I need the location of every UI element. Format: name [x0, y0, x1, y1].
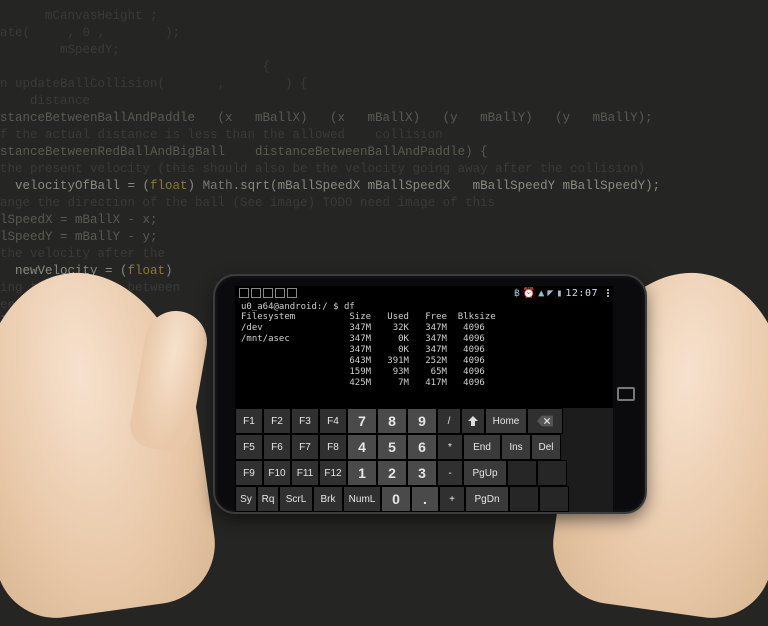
key-pgup[interactable]: PgUp [463, 460, 507, 486]
key-f2[interactable]: F2 [263, 408, 291, 434]
key-del[interactable]: Del [531, 434, 561, 460]
key-f6[interactable]: F6 [263, 434, 291, 460]
key-shift-icon[interactable] [461, 408, 485, 434]
key-3[interactable]: 3 [407, 460, 437, 486]
android-status-bar: ฿ ⏰ ▲ ◤ ▮ 12:07 [235, 286, 613, 300]
key-scrl[interactable]: ScrL [279, 486, 313, 512]
key-4[interactable]: 4 [347, 434, 377, 460]
key-f4[interactable]: F4 [319, 408, 347, 434]
key-ins[interactable]: Ins [501, 434, 531, 460]
key-numl[interactable]: NumL [343, 486, 381, 512]
key-blank [539, 486, 569, 512]
key-0[interactable]: 0 [381, 486, 411, 512]
key-f9[interactable]: F9 [235, 460, 263, 486]
key-sy[interactable]: Sy [235, 486, 257, 512]
key-end[interactable]: End [463, 434, 501, 460]
key-home[interactable]: Home [485, 408, 527, 434]
key-5[interactable]: 5 [377, 434, 407, 460]
bluetooth-icon: ฿ [514, 288, 520, 299]
key-blank [537, 460, 567, 486]
key-7[interactable]: 7 [347, 408, 377, 434]
key-[interactable]: . [411, 486, 439, 512]
key-[interactable]: * [437, 434, 463, 460]
key-f12[interactable]: F12 [319, 460, 347, 486]
soft-keyboard: F1F2F3F4789/HomeF5F6F7F8456*EndInsDelF9F… [235, 408, 613, 512]
key-pgdn[interactable]: PgDn [465, 486, 509, 512]
key-[interactable]: + [439, 486, 465, 512]
key-f10[interactable]: F10 [263, 460, 291, 486]
key-[interactable]: - [437, 460, 463, 486]
wifi-icon: ▲ [538, 288, 544, 299]
battery-icon: ▮ [556, 288, 562, 299]
phone-screen: ฿ ⏰ ▲ ◤ ▮ 12:07 u0_a64@android:/ $ df Fi… [235, 286, 613, 512]
overflow-menu-icon[interactable] [607, 289, 609, 297]
key-f7[interactable]: F7 [291, 434, 319, 460]
key-f3[interactable]: F3 [291, 408, 319, 434]
key-brk[interactable]: Brk [313, 486, 343, 512]
key-blank [507, 460, 537, 486]
signal-icon: ◤ [547, 288, 553, 299]
key-/[interactable]: / [437, 408, 461, 434]
key-2[interactable]: 2 [377, 460, 407, 486]
key-8[interactable]: 8 [377, 408, 407, 434]
key-f8[interactable]: F8 [319, 434, 347, 460]
status-notification-icons [239, 288, 297, 298]
status-clock: 12:07 [565, 288, 598, 299]
key-1[interactable]: 1 [347, 460, 377, 486]
key-f1[interactable]: F1 [235, 408, 263, 434]
key-blank [509, 486, 539, 512]
phone-device: ฿ ⏰ ▲ ◤ ▮ 12:07 u0_a64@android:/ $ df Fi… [215, 276, 645, 512]
key-f11[interactable]: F11 [291, 460, 319, 486]
key-6[interactable]: 6 [407, 434, 437, 460]
terminal-prompt[interactable]: u0_a64@android:/ $ df [235, 300, 613, 312]
key-rq[interactable]: Rq [257, 486, 279, 512]
key-9[interactable]: 9 [407, 408, 437, 434]
key-backspace[interactable] [527, 408, 563, 434]
alarm-icon: ⏰ [523, 288, 535, 299]
key-f5[interactable]: F5 [235, 434, 263, 460]
terminal-output: Filesystem Size Used Free Blksize /dev 3… [235, 312, 613, 389]
